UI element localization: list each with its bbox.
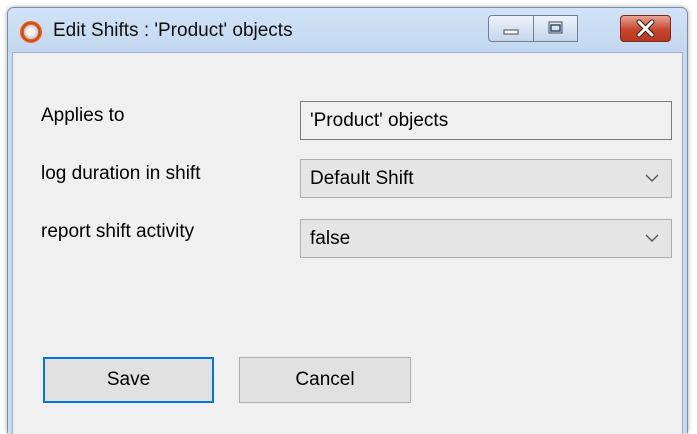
report-activity-select[interactable]: false	[300, 219, 672, 258]
edit-shifts-window: Edit Shifts : 'Product' objects Applies …	[7, 7, 688, 434]
log-duration-select[interactable]: Default Shift	[300, 159, 672, 198]
save-button[interactable]: Save	[43, 357, 214, 403]
minimize-icon	[503, 29, 519, 35]
dialog-body: Applies to 'Product' objects log duratio…	[12, 52, 683, 434]
window-title: Edit Shifts : 'Product' objects	[53, 20, 293, 41]
report-activity-label: report shift activity	[41, 221, 195, 242]
chevron-down-icon	[645, 234, 659, 242]
applies-to-field: 'Product' objects	[300, 101, 672, 140]
chevron-down-icon	[645, 174, 659, 182]
cancel-button[interactable]: Cancel	[239, 357, 411, 403]
applies-to-value: 'Product' objects	[310, 110, 449, 131]
log-duration-value: Default Shift	[310, 168, 414, 189]
applies-to-label: Applies to	[41, 105, 125, 126]
log-duration-label: log duration in shift	[41, 163, 201, 184]
minimize-button[interactable]	[488, 15, 534, 42]
title-bar[interactable]: Edit Shifts : 'Product' objects	[8, 8, 687, 52]
maximize-icon	[548, 21, 563, 34]
close-button[interactable]	[620, 15, 671, 42]
maximize-button[interactable]	[533, 15, 578, 42]
close-icon	[636, 19, 655, 38]
orange-ring-icon	[20, 21, 42, 43]
report-activity-value: false	[310, 228, 351, 249]
